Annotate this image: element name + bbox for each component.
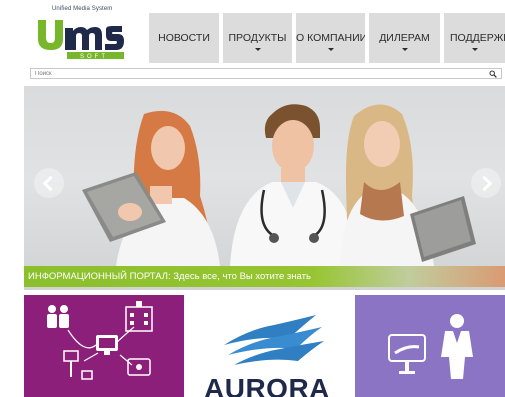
nav-item-news[interactable]: НОВОСТИ <box>149 13 219 63</box>
nav-item-about[interactable]: О КОМПАНИИ <box>296 13 365 63</box>
aurora-tile[interactable]: AURORA <box>184 295 355 397</box>
chevron-right-icon <box>476 175 493 192</box>
slider-prev-button[interactable] <box>34 168 64 198</box>
nav-item-label: НОВОСТИ <box>158 32 210 44</box>
digital-signage-illustration <box>388 314 473 379</box>
logo-tagline: Unified Media System <box>52 6 113 12</box>
nav-item-support[interactable]: ПОДДЕРЖКА <box>444 13 505 63</box>
nav-item-products[interactable]: ПРОДУКТЫ <box>223 13 292 63</box>
purple-tile[interactable] <box>24 295 184 397</box>
ums-logo[interactable]: Unified Media System SOFT <box>34 6 124 62</box>
chevron-left-icon <box>42 175 59 192</box>
hero-photo <box>82 104 476 266</box>
search-icon[interactable] <box>489 70 497 78</box>
search-input[interactable] <box>31 69 475 78</box>
ums-logo-graphic: SOFT <box>38 20 124 60</box>
person-icon <box>441 314 473 379</box>
hero-caption[interactable]: ИНФОРМАЦИОННЫЙ ПОРТАЛ: Здесь все, что Вы… <box>24 266 505 287</box>
aurora-wave-logo <box>224 315 324 365</box>
caret-down-icon <box>254 48 261 51</box>
hospital-icon <box>125 301 153 332</box>
caret-down-icon <box>327 48 334 51</box>
people-icon <box>47 305 69 328</box>
violet-tile[interactable] <box>355 295 505 397</box>
right-tablet <box>410 196 476 262</box>
caret-down-icon <box>401 48 408 51</box>
slider-next-button[interactable] <box>471 168 501 198</box>
search-bar <box>30 68 502 79</box>
center-person-figure <box>230 104 358 266</box>
nav-item-label: О КОМПАНИИ <box>296 32 365 44</box>
nav-item-dealers[interactable]: ДИЛЕРАМ <box>369 13 440 63</box>
monitor-icon <box>96 335 118 355</box>
nav-item-label: ДИЛЕРАМ <box>379 32 430 44</box>
aurora-logo-text: AURORA <box>204 373 330 397</box>
network-illustration-icon <box>47 301 153 380</box>
logo-sub-text: SOFT <box>80 54 108 60</box>
hero-slider[interactable]: ИНФОРМАЦИОННЫЙ ПОРТАЛ: Здесь все, что Вы… <box>24 86 505 290</box>
monitor-icon <box>388 334 426 374</box>
nav-item-label: ПРОДУКТЫ <box>228 32 287 44</box>
caret-down-icon <box>471 48 478 51</box>
kiosk-icon <box>63 350 151 380</box>
nav-item-label: ПОДДЕРЖКА <box>450 32 505 44</box>
